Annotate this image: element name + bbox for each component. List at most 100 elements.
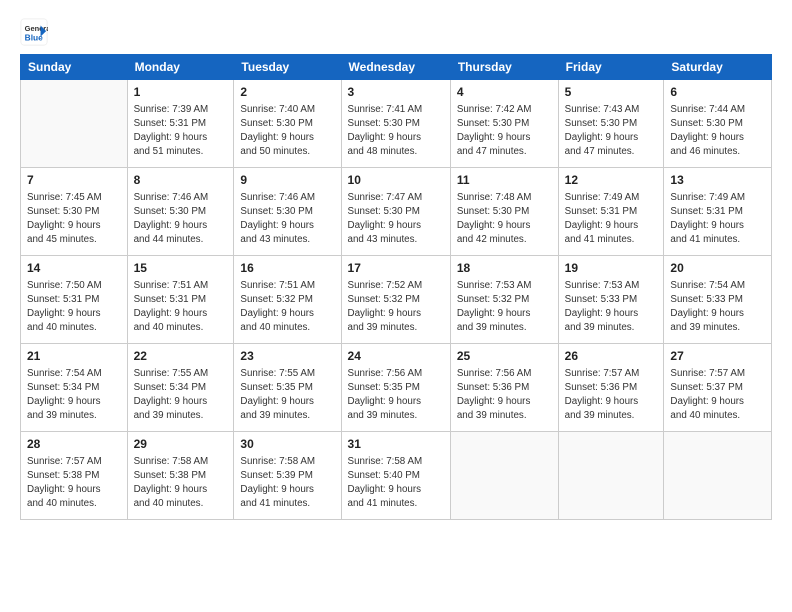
calendar-header-saturday: Saturday	[664, 55, 772, 80]
day-number: 20	[670, 260, 765, 277]
day-info: Sunrise: 7:54 AM Sunset: 5:34 PM Dayligh…	[27, 367, 121, 424]
calendar-header-row: SundayMondayTuesdayWednesdayThursdayFrid…	[21, 55, 772, 80]
calendar-cell: 8 Sunrise: 7:46 AM Sunset: 5:30 PM Daylig…	[127, 168, 234, 256]
day-info: Sunrise: 7:44 AM Sunset: 5:30 PM Dayligh…	[670, 103, 765, 160]
day-info: Sunrise: 7:51 AM Sunset: 5:32 PM Dayligh…	[240, 279, 334, 336]
calendar-cell: 28 Sunrise: 7:57 AM Sunset: 5:38 PM Dayli…	[21, 432, 128, 520]
day-number: 10	[348, 172, 444, 189]
header: General Blue	[20, 18, 772, 46]
calendar-week-row: 7 Sunrise: 7:45 AM Sunset: 5:30 PM Daylig…	[21, 168, 772, 256]
calendar-cell: 17Sunrise: 7:52 AM Sunset: 5:32 PM Dayli…	[341, 256, 450, 344]
calendar-cell: 7 Sunrise: 7:45 AM Sunset: 5:30 PM Daylig…	[21, 168, 128, 256]
calendar-cell: 23 Sunrise: 7:55 AM Sunset: 5:35 PM Dayli…	[234, 344, 341, 432]
day-number: 6	[670, 84, 765, 101]
day-number: 25	[457, 348, 552, 365]
day-number: 1	[134, 84, 228, 101]
calendar-week-row: 28 Sunrise: 7:57 AM Sunset: 5:38 PM Dayli…	[21, 432, 772, 520]
day-number: 29	[134, 436, 228, 453]
day-info: Sunrise: 7:58 AM Sunset: 5:40 PM Dayligh…	[348, 455, 444, 512]
svg-text:Blue: Blue	[25, 32, 43, 42]
calendar-cell: 26 Sunrise: 7:57 AM Sunset: 5:36 PM Dayli…	[558, 344, 664, 432]
calendar-cell: 10 Sunrise: 7:47 AM Sunset: 5:30 PM Dayli…	[341, 168, 450, 256]
day-info: Sunrise: 7:54 AM Sunset: 5:33 PM Dayligh…	[670, 279, 765, 336]
calendar-cell: 13Sunrise: 7:49 AM Sunset: 5:31 PM Dayli…	[664, 168, 772, 256]
day-info: Sunrise: 7:49 AM Sunset: 5:31 PM Dayligh…	[565, 191, 658, 248]
calendar-cell: 2 Sunrise: 7:40 AM Sunset: 5:30 PM Daylig…	[234, 80, 341, 168]
day-number: 2	[240, 84, 334, 101]
calendar-cell: 12Sunrise: 7:49 AM Sunset: 5:31 PM Dayli…	[558, 168, 664, 256]
logo-icon: General Blue	[20, 18, 48, 46]
day-number: 31	[348, 436, 444, 453]
day-info: Sunrise: 7:51 AM Sunset: 5:31 PM Dayligh…	[134, 279, 228, 336]
day-number: 9	[240, 172, 334, 189]
calendar-cell	[21, 80, 128, 168]
calendar-cell: 6 Sunrise: 7:44 AM Sunset: 5:30 PM Daylig…	[664, 80, 772, 168]
day-number: 26	[565, 348, 658, 365]
day-info: Sunrise: 7:57 AM Sunset: 5:36 PM Dayligh…	[565, 367, 658, 424]
day-info: Sunrise: 7:43 AM Sunset: 5:30 PM Dayligh…	[565, 103, 658, 160]
calendar-cell: 5 Sunrise: 7:43 AM Sunset: 5:30 PM Daylig…	[558, 80, 664, 168]
day-number: 21	[27, 348, 121, 365]
calendar-cell: 15Sunrise: 7:51 AM Sunset: 5:31 PM Dayli…	[127, 256, 234, 344]
calendar-week-row: 14 Sunrise: 7:50 AM Sunset: 5:31 PM Dayli…	[21, 256, 772, 344]
calendar-cell: 3Sunrise: 7:41 AM Sunset: 5:30 PM Daylig…	[341, 80, 450, 168]
day-info: Sunrise: 7:39 AM Sunset: 5:31 PM Dayligh…	[134, 103, 228, 160]
day-info: Sunrise: 7:57 AM Sunset: 5:38 PM Dayligh…	[27, 455, 121, 512]
day-number: 28	[27, 436, 121, 453]
calendar-cell: 4 Sunrise: 7:42 AM Sunset: 5:30 PM Daylig…	[450, 80, 558, 168]
calendar-header-thursday: Thursday	[450, 55, 558, 80]
day-info: Sunrise: 7:45 AM Sunset: 5:30 PM Dayligh…	[27, 191, 121, 248]
calendar-cell: 16 Sunrise: 7:51 AM Sunset: 5:32 PM Dayli…	[234, 256, 341, 344]
day-number: 30	[240, 436, 334, 453]
day-info: Sunrise: 7:40 AM Sunset: 5:30 PM Dayligh…	[240, 103, 334, 160]
calendar-cell: 11Sunrise: 7:48 AM Sunset: 5:30 PM Dayli…	[450, 168, 558, 256]
calendar-cell: 27Sunrise: 7:57 AM Sunset: 5:37 PM Dayli…	[664, 344, 772, 432]
calendar-cell: 29 Sunrise: 7:58 AM Sunset: 5:38 PM Dayli…	[127, 432, 234, 520]
day-number: 5	[565, 84, 658, 101]
calendar-table: SundayMondayTuesdayWednesdayThursdayFrid…	[20, 54, 772, 520]
day-info: Sunrise: 7:46 AM Sunset: 5:30 PM Dayligh…	[134, 191, 228, 248]
day-info: Sunrise: 7:55 AM Sunset: 5:34 PM Dayligh…	[134, 367, 228, 424]
day-info: Sunrise: 7:48 AM Sunset: 5:30 PM Dayligh…	[457, 191, 552, 248]
day-info: Sunrise: 7:41 AM Sunset: 5:30 PM Dayligh…	[348, 103, 444, 160]
day-number: 23	[240, 348, 334, 365]
calendar-cell: 18 Sunrise: 7:53 AM Sunset: 5:32 PM Dayli…	[450, 256, 558, 344]
day-info: Sunrise: 7:42 AM Sunset: 5:30 PM Dayligh…	[457, 103, 552, 160]
day-info: Sunrise: 7:55 AM Sunset: 5:35 PM Dayligh…	[240, 367, 334, 424]
calendar-cell: 24 Sunrise: 7:56 AM Sunset: 5:35 PM Dayli…	[341, 344, 450, 432]
calendar-header-tuesday: Tuesday	[234, 55, 341, 80]
calendar-cell: 21 Sunrise: 7:54 AM Sunset: 5:34 PM Dayli…	[21, 344, 128, 432]
day-number: 19	[565, 260, 658, 277]
day-info: Sunrise: 7:52 AM Sunset: 5:32 PM Dayligh…	[348, 279, 444, 336]
calendar-cell: 14 Sunrise: 7:50 AM Sunset: 5:31 PM Dayli…	[21, 256, 128, 344]
calendar-week-row: 1 Sunrise: 7:39 AM Sunset: 5:31 PM Daylig…	[21, 80, 772, 168]
calendar-cell	[664, 432, 772, 520]
day-number: 18	[457, 260, 552, 277]
calendar-cell	[450, 432, 558, 520]
calendar-cell: 9 Sunrise: 7:46 AM Sunset: 5:30 PM Daylig…	[234, 168, 341, 256]
day-info: Sunrise: 7:46 AM Sunset: 5:30 PM Dayligh…	[240, 191, 334, 248]
day-number: 24	[348, 348, 444, 365]
calendar-cell: 30 Sunrise: 7:58 AM Sunset: 5:39 PM Dayli…	[234, 432, 341, 520]
calendar-week-row: 21 Sunrise: 7:54 AM Sunset: 5:34 PM Dayli…	[21, 344, 772, 432]
calendar-header-friday: Friday	[558, 55, 664, 80]
day-number: 22	[134, 348, 228, 365]
day-number: 8	[134, 172, 228, 189]
logo: General Blue	[20, 18, 48, 46]
day-number: 4	[457, 84, 552, 101]
day-info: Sunrise: 7:58 AM Sunset: 5:39 PM Dayligh…	[240, 455, 334, 512]
day-info: Sunrise: 7:50 AM Sunset: 5:31 PM Dayligh…	[27, 279, 121, 336]
day-number: 14	[27, 260, 121, 277]
day-info: Sunrise: 7:53 AM Sunset: 5:32 PM Dayligh…	[457, 279, 552, 336]
day-info: Sunrise: 7:56 AM Sunset: 5:36 PM Dayligh…	[457, 367, 552, 424]
day-number: 7	[27, 172, 121, 189]
day-info: Sunrise: 7:53 AM Sunset: 5:33 PM Dayligh…	[565, 279, 658, 336]
day-info: Sunrise: 7:56 AM Sunset: 5:35 PM Dayligh…	[348, 367, 444, 424]
day-info: Sunrise: 7:58 AM Sunset: 5:38 PM Dayligh…	[134, 455, 228, 512]
day-info: Sunrise: 7:47 AM Sunset: 5:30 PM Dayligh…	[348, 191, 444, 248]
page-container: General Blue SundayMondayTuesdayWednesda…	[0, 0, 792, 612]
calendar-cell	[558, 432, 664, 520]
day-number: 16	[240, 260, 334, 277]
calendar-header-sunday: Sunday	[21, 55, 128, 80]
day-info: Sunrise: 7:57 AM Sunset: 5:37 PM Dayligh…	[670, 367, 765, 424]
